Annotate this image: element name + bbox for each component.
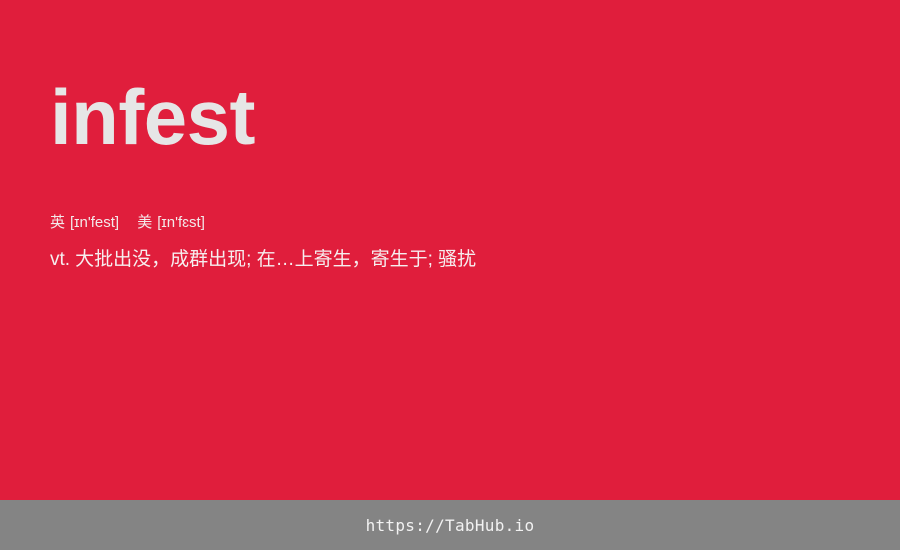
- definition-row: vt. 大批出没，成群出现; 在…上寄生，寄生于; 骚扰: [50, 247, 476, 273]
- definition-text: 大批出没，成群出现; 在…上寄生，寄生于; 骚扰: [75, 249, 477, 270]
- us-phonetic: 美 [ɪn'fɛst]: [137, 213, 205, 233]
- word-card: infest 英 [ɪn'fest] 美 [ɪn'fɛst] vt. 大批出没，成群出…: [0, 0, 900, 500]
- us-pronunciation: [ɪn'fɛst]: [157, 214, 205, 231]
- tabhub-link[interactable]: https://TabHub.io: [366, 516, 535, 535]
- phonetics-row: 英 [ɪn'fest] 美 [ɪn'fɛst]: [50, 213, 205, 233]
- uk-label: 英: [50, 214, 66, 231]
- part-of-speech: vt.: [50, 249, 71, 270]
- word-title: infest: [50, 73, 256, 161]
- footer-bar: https://TabHub.io: [0, 500, 900, 550]
- us-label: 美: [137, 214, 153, 231]
- uk-pronunciation: [ɪn'fest]: [70, 214, 120, 231]
- uk-phonetic: 英 [ɪn'fest]: [50, 213, 119, 233]
